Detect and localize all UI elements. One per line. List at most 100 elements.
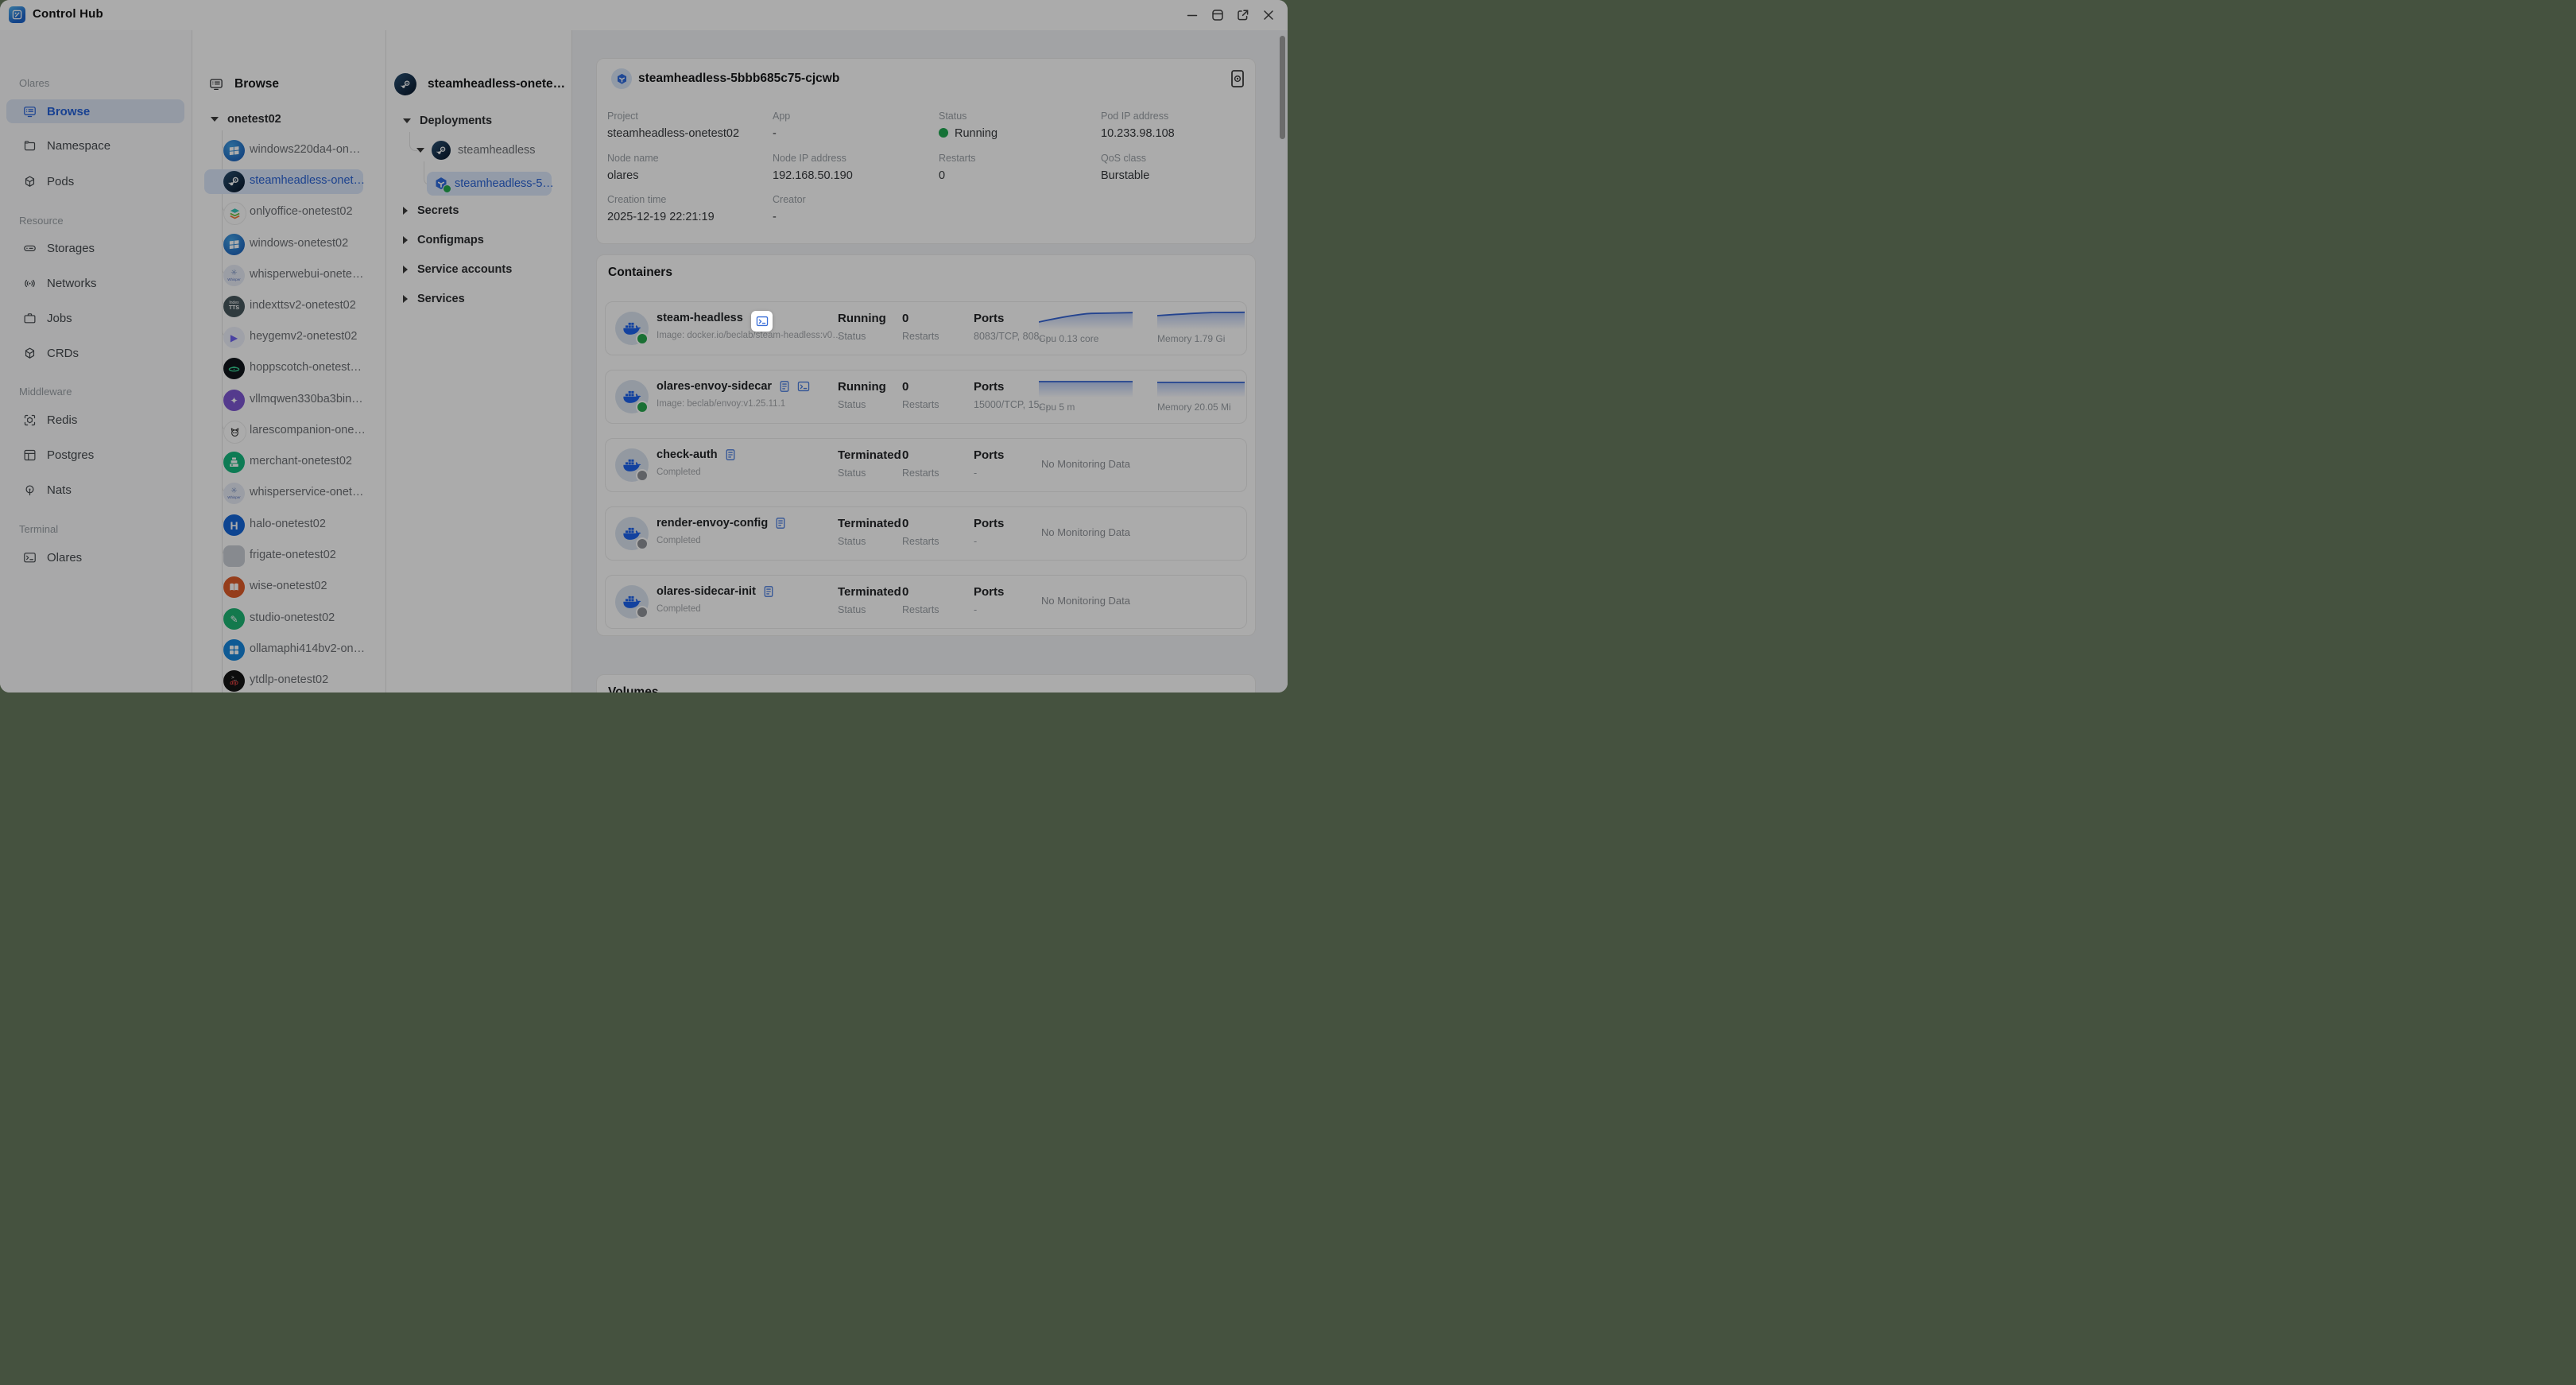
sidebar-item-label: Networks: [47, 277, 97, 290]
vertical-scrollbar[interactable]: [1280, 36, 1285, 139]
onlyoffice-app-icon: [223, 202, 246, 225]
app-item[interactable]: ✎studio-onetest02: [192, 608, 385, 630]
open-external-button[interactable]: [1237, 9, 1249, 21]
titlebar: Control Hub: [0, 0, 1288, 30]
container-status: Terminated: [838, 517, 901, 530]
whisper-app-icon: ✳Whisper: [223, 483, 245, 504]
tree-node-service-accounts[interactable]: Service accounts: [403, 260, 512, 279]
jobs-icon: [23, 312, 37, 325]
app-item[interactable]: larescompanion-one…: [192, 421, 385, 442]
container-restarts: 0: [902, 585, 908, 599]
tree-node-services[interactable]: Services: [403, 289, 465, 308]
app-item[interactable]: ✳Whisperwhisperwebui-onete…: [192, 265, 385, 286]
chevron-right-icon: [403, 236, 408, 244]
chevron-down-icon: [211, 117, 219, 122]
app-item[interactable]: frigate-onetest02: [192, 545, 385, 567]
container-ports: -: [974, 604, 977, 615]
field-value: 10.233.98.108: [1101, 127, 1175, 140]
containers-card: Containers steam-headless Image: docker.…: [596, 254, 1256, 636]
chevron-down-icon: [403, 118, 411, 123]
app-item[interactable]: >_dlpytdlp-onetest02: [192, 670, 385, 692]
pod-detail-panel: steamheadless-5bbb685c75-cjcwb Project s…: [572, 30, 1288, 692]
section-label-terminal: Terminal: [19, 523, 58, 535]
tree-node-pod-selected[interactable]: steamheadless-5…: [433, 174, 554, 193]
app-item[interactable]: hoppscotch-onetest…: [192, 358, 385, 379]
app-item[interactable]: Hhalo-onetest02: [192, 514, 385, 536]
app-item[interactable]: merchant-onetest02: [192, 452, 385, 473]
steam-app-icon: [432, 141, 451, 160]
status-label: Status: [838, 604, 866, 615]
app-item[interactable]: ✳Whisperwhisperservice-onet…: [192, 483, 385, 504]
browse-panel-header: Browse: [209, 73, 279, 95]
sidebar-item-label: Olares: [47, 551, 82, 564]
sidebar-item-label: Namespace: [47, 139, 110, 153]
app-item[interactable]: onlyoffice-onetest02: [192, 202, 385, 223]
close-button[interactable]: [1262, 9, 1275, 21]
container-logs-icon[interactable]: [724, 448, 737, 461]
indextts-app-icon: IndexTTS: [223, 296, 245, 317]
field-label: QoS class: [1101, 153, 1146, 164]
section-label-olares: Olares: [19, 77, 49, 89]
tree-node-deployments[interactable]: Deployments: [403, 111, 492, 130]
window-title: Control Hub: [33, 7, 103, 21]
sidebar-item-jobs[interactable]: Jobs: [6, 306, 184, 330]
sidebar-item-crds[interactable]: CRDs: [6, 341, 184, 365]
monitor-icon[interactable]: [1230, 69, 1245, 87]
sidebar-item-namespace[interactable]: Namespace: [6, 134, 184, 157]
container-logs-icon[interactable]: [774, 517, 787, 530]
app-item[interactable]: IndexTTSindexttsv2-onetest02: [192, 296, 385, 317]
namespace-icon: [23, 139, 37, 153]
container-logs-icon[interactable]: [762, 585, 775, 598]
tree-node-configmaps[interactable]: Configmaps: [403, 231, 484, 250]
sidebar-item-pods[interactable]: Pods: [6, 169, 184, 193]
sidebar-item-redis[interactable]: Redis: [6, 408, 184, 432]
app-item[interactable]: ollamaphi414bv2-on…: [192, 639, 385, 661]
minimize-button[interactable]: [1186, 9, 1199, 21]
sidebar-item-olares-terminal[interactable]: Olares: [6, 545, 184, 569]
sidebar-item-nats[interactable]: Nats: [6, 478, 184, 502]
studio-app-icon: ✎: [223, 608, 245, 630]
sidebar-item-label: CRDs: [47, 347, 79, 360]
maximize-button[interactable]: [1211, 9, 1224, 21]
container-row: olares-sidecar-init Completed Terminated…: [605, 575, 1247, 629]
container-image: Image: docker.io/beclab/steam-headless:v…: [657, 331, 842, 340]
ports-label: Ports: [974, 312, 1004, 325]
control-hub-window: Control Hub Olares Browse Namespace Pods…: [0, 0, 1288, 692]
app-item[interactable]: wise-onetest02: [192, 576, 385, 598]
tree-node-deployment-steamheadless[interactable]: steamheadless: [416, 141, 536, 160]
pod-icon: [611, 68, 632, 89]
larescompanion-app-icon: [223, 421, 246, 444]
nats-icon: [23, 483, 37, 497]
status-label: Status: [838, 536, 866, 547]
field-label: Creator: [773, 194, 806, 205]
field-value: -: [773, 211, 777, 223]
pod-status-value: Running: [939, 127, 997, 140]
running-status-dot: [443, 184, 451, 193]
sidebar-item-browse[interactable]: Browse: [6, 99, 184, 123]
app-item[interactable]: windows220da4-on…: [192, 140, 385, 161]
container-terminal-icon[interactable]: [797, 380, 810, 393]
field-value: -: [773, 127, 777, 140]
tree-node-secrets[interactable]: Secrets: [403, 201, 459, 220]
volumes-card: Volumes: [596, 674, 1256, 692]
app-item[interactable]: windows-onetest02: [192, 234, 385, 255]
resource-panel-title: steamheadless-onete…: [428, 77, 565, 91]
restarts-label: Restarts: [902, 399, 939, 410]
sidebar-item-postgres[interactable]: Postgres: [6, 443, 184, 467]
heygem-app-icon: ▶: [223, 327, 245, 348]
container-logs-icon[interactable]: [778, 380, 791, 393]
sidebar-item-networks[interactable]: Networks: [6, 271, 184, 295]
app-item[interactable]: ✦vllmqwen330ba3bin…: [192, 390, 385, 411]
app-item-selected[interactable]: steamheadless-onet…: [192, 171, 385, 192]
app-item[interactable]: ▶heygemv2-onetest02: [192, 327, 385, 348]
merchant-app-icon: [223, 452, 245, 473]
no-monitoring-data: No Monitoring Data: [1041, 458, 1130, 470]
ports-label: Ports: [974, 517, 1004, 530]
docker-icon: [615, 517, 649, 550]
cpu-sparkline: [1039, 308, 1133, 329]
container-terminal-button[interactable]: [751, 311, 773, 332]
hoppscotch-app-icon: [223, 358, 245, 379]
cpu-usage-label: Cpu 5 m: [1039, 402, 1075, 413]
sidebar-item-storages[interactable]: Storages: [6, 236, 184, 260]
namespace-tree-node[interactable]: onetest02: [211, 110, 281, 129]
